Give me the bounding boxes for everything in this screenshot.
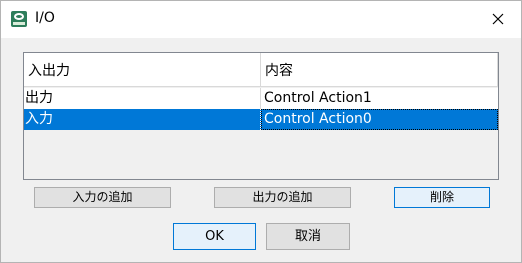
table-cell-io: 入力 xyxy=(24,109,261,130)
close-button[interactable] xyxy=(483,5,513,33)
add-input-button[interactable]: 入力の追加 xyxy=(34,187,171,208)
io-dialog: I/O 入出力 内容 出力 Control Action1 入力 Control… xyxy=(0,0,522,263)
io-list-table[interactable]: 入出力 内容 出力 Control Action1 入力 Control Act… xyxy=(23,52,499,180)
column-header-content[interactable]: 内容 xyxy=(261,53,498,86)
window-title: I/O xyxy=(35,10,55,26)
cancel-button[interactable]: 取消 xyxy=(266,223,350,250)
table-row[interactable]: 出力 Control Action1 xyxy=(24,88,498,109)
delete-button[interactable]: 削除 xyxy=(394,187,490,208)
close-icon xyxy=(492,13,504,25)
column-header-io[interactable]: 入出力 xyxy=(24,53,261,86)
app-icon xyxy=(11,11,27,27)
table-row-selected[interactable]: 入力 Control Action0 xyxy=(24,109,498,130)
ok-button[interactable]: OK xyxy=(173,223,256,250)
add-output-button[interactable]: 出力の追加 xyxy=(214,187,351,208)
table-cell-content: Control Action1 xyxy=(264,90,372,106)
table-header: 入出力 内容 xyxy=(24,53,498,87)
table-cell-content: Control Action0 xyxy=(261,109,498,130)
table-cell-io: 出力 xyxy=(24,88,261,109)
title-bar: I/O xyxy=(1,1,521,38)
